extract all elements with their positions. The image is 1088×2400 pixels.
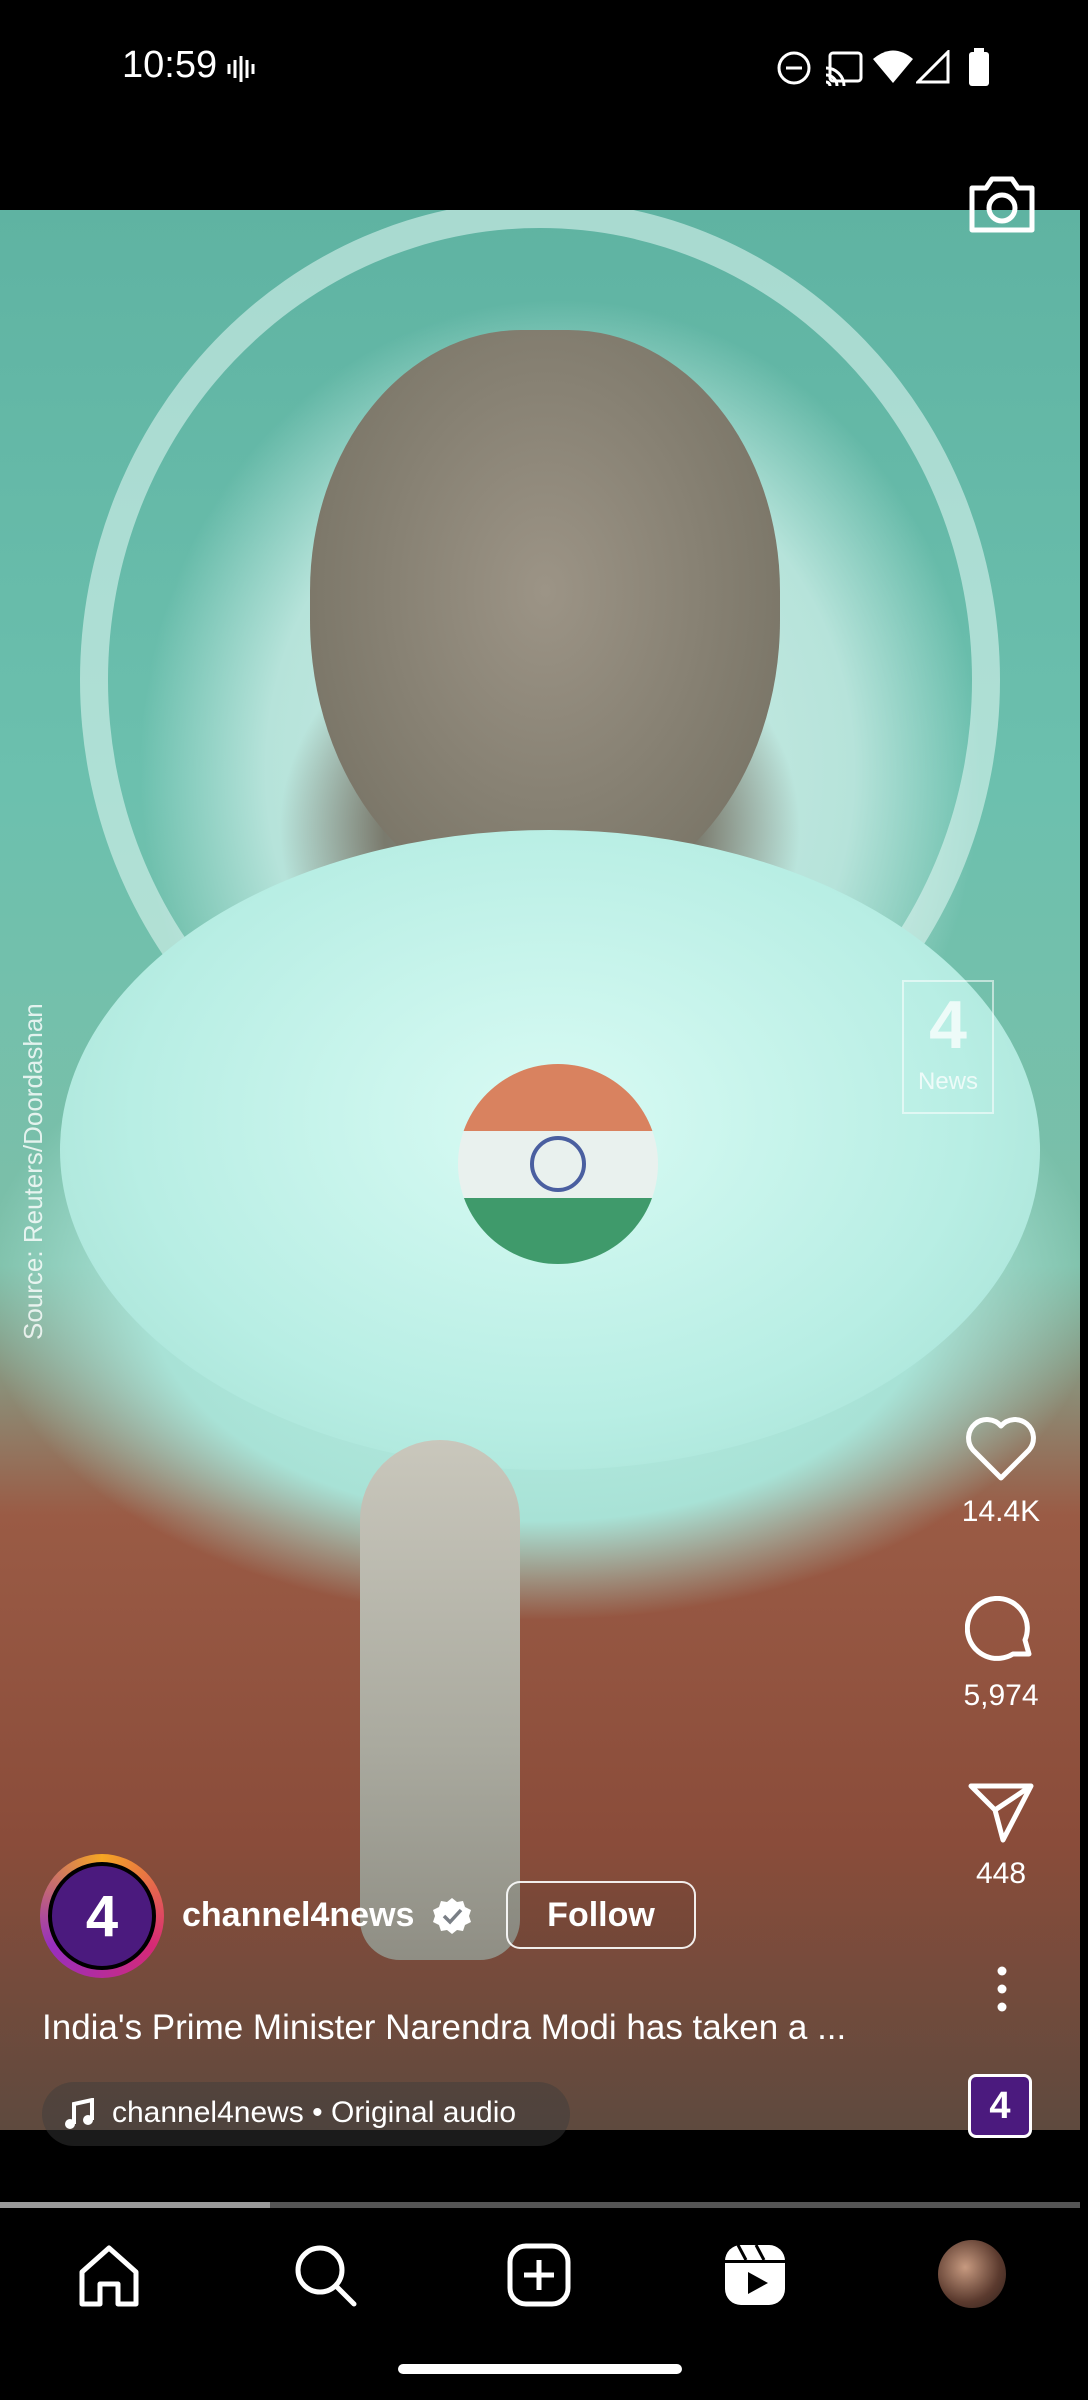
avatar-glyph: 4: [48, 1862, 156, 1970]
indian-flag-emblem: [458, 1064, 658, 1264]
share-count: 448: [975, 1857, 1027, 1890]
do-not-disturb-icon: [777, 51, 811, 85]
playback-progress[interactable]: [0, 2202, 1080, 2208]
status-time: 10:59: [122, 44, 218, 86]
more-options-icon[interactable]: [990, 1965, 1014, 2013]
like-count: 14.4K: [961, 1495, 1041, 1528]
comment-count: 5,974: [963, 1679, 1039, 1712]
verified-badge-icon: [433, 1898, 471, 1934]
heart-icon[interactable]: [965, 1416, 1037, 1482]
channel-avatar[interactable]: 4: [40, 1854, 164, 1978]
reel-video[interactable]: Source: Reuters/Doordashan 4 News: [0, 210, 1080, 2130]
comment-action[interactable]: 5,974: [941, 1595, 1061, 1713]
profile-avatar[interactable]: [938, 2240, 1006, 2308]
create-icon[interactable]: [504, 2240, 574, 2310]
status-bar: 10:59: [0, 0, 1088, 140]
folded-hands: [360, 1440, 520, 1960]
diver-face: [310, 330, 780, 910]
username[interactable]: channel4news: [182, 1896, 414, 1935]
playback-progress-fill: [0, 2202, 270, 2208]
follow-button[interactable]: Follow: [506, 1881, 696, 1949]
music-note-icon: [65, 2098, 94, 2129]
search-icon[interactable]: [290, 2240, 360, 2310]
vibrate-icon: [227, 56, 255, 82]
wifi-icon: [873, 50, 913, 83]
battery-icon: [969, 48, 989, 86]
cast-icon: [825, 51, 863, 86]
audio-attribution[interactable]: channel4news • Original audio: [42, 2082, 570, 2146]
reels-icon[interactable]: [720, 2240, 790, 2310]
audio-label: channel4news • Original audio: [112, 2096, 517, 2129]
post-caption[interactable]: India's Prime Minister Narendra Modi has…: [42, 2008, 846, 2048]
signal-icon: [916, 50, 950, 84]
share-action[interactable]: 448: [941, 1780, 1061, 1891]
comment-icon[interactable]: [964, 1595, 1037, 1666]
home-icon[interactable]: [74, 2240, 144, 2310]
share-send-icon[interactable]: [967, 1780, 1035, 1844]
home-indicator[interactable]: [398, 2364, 682, 2374]
channel4-news-logo: 4 News: [902, 980, 994, 1114]
audio-thumbnail[interactable]: 4: [968, 2074, 1032, 2138]
camera-icon[interactable]: [966, 172, 1038, 236]
source-watermark: Source: Reuters/Doordashan: [18, 1003, 48, 1340]
like-action[interactable]: 14.4K: [941, 1416, 1061, 1529]
